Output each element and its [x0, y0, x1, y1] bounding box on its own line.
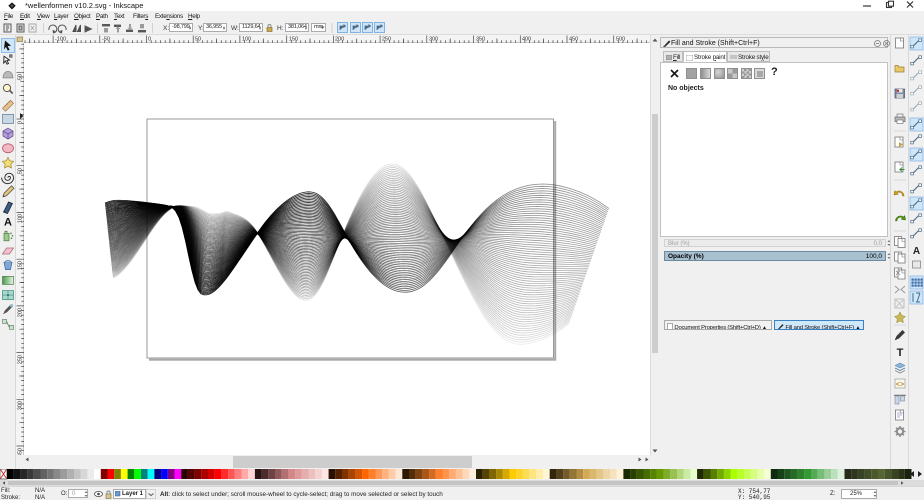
svg-text:<>: <>: [896, 382, 904, 390]
svg-text:T: T: [897, 347, 904, 359]
svg-text:450: 450: [569, 37, 578, 43]
svg-text:50: 50: [18, 168, 24, 174]
svg-text:250: 250: [18, 355, 24, 364]
svg-text:350: 350: [18, 448, 24, 455]
svg-text:-50: -50: [18, 74, 24, 82]
svg-text:A: A: [913, 246, 920, 257]
svg-text:-100: -100: [55, 37, 66, 43]
svg-text:300: 300: [429, 37, 438, 43]
svg-text:150: 150: [18, 261, 24, 270]
svg-text:0: 0: [18, 121, 24, 124]
svg-text:250: 250: [382, 37, 391, 43]
svg-text:350: 350: [476, 37, 485, 43]
svg-text:100: 100: [18, 214, 24, 223]
svg-text:A: A: [4, 217, 12, 229]
svg-text:0: 0: [148, 37, 151, 43]
svg-text:200: 200: [18, 308, 24, 317]
svg-text:50: 50: [195, 37, 201, 43]
svg-text:150: 150: [289, 37, 298, 43]
svg-text:400: 400: [522, 37, 531, 43]
svg-text:300: 300: [18, 401, 24, 410]
svg-text:500: 500: [616, 37, 625, 43]
svg-text:100: 100: [242, 37, 251, 43]
svg-text:-50: -50: [102, 37, 110, 43]
svg-text:200: 200: [335, 37, 344, 43]
